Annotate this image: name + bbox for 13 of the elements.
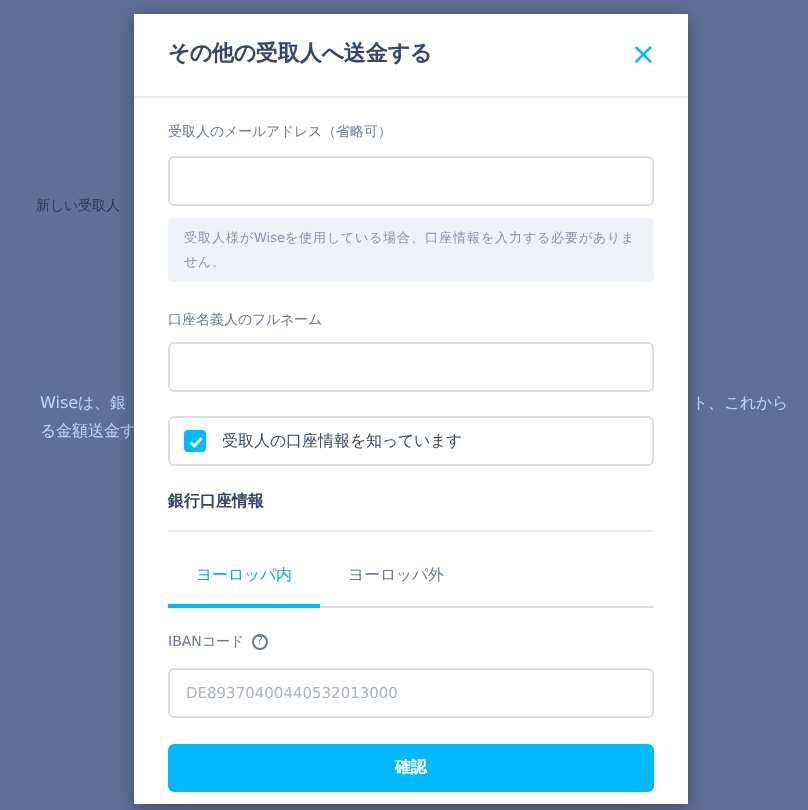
name-field[interactable] — [168, 342, 654, 392]
modal-title: その他の受取人へ送金する — [168, 38, 432, 71]
tab[interactable]: ヨーロッパ内 — [168, 564, 320, 608]
email-field[interactable] — [168, 155, 654, 205]
link-text[interactable]: る金額送金す — [40, 418, 136, 446]
checkbox-label: 受取人の口座情報を知っています — [222, 429, 462, 453]
tab[interactable]: ヨーロッパ外 — [320, 564, 472, 608]
link-text[interactable]: Wiseは、銀 — [40, 390, 136, 418]
link-text[interactable]: ト、これから — [692, 390, 788, 418]
confirm-button[interactable]: 確認 — [168, 743, 654, 791]
section-title: 銀行口座情報 — [168, 490, 654, 532]
checkbox[interactable] — [184, 430, 206, 452]
close-button[interactable]: × — [630, 40, 656, 70]
